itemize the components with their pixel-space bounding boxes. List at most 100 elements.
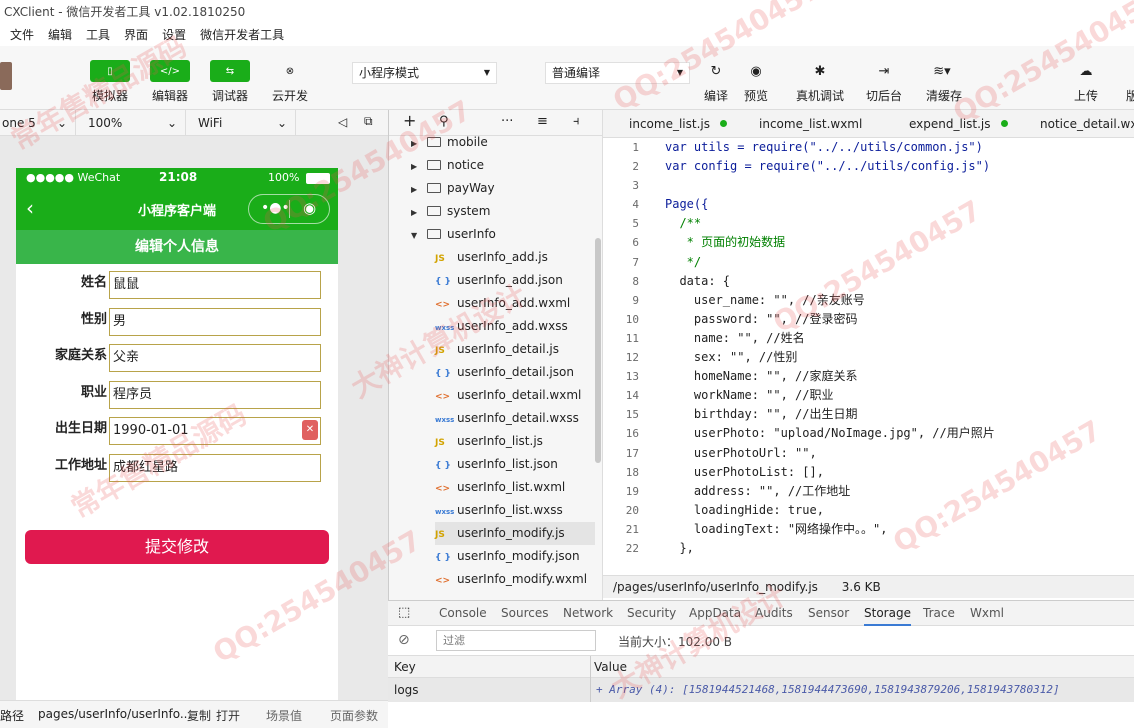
simulator-toggle-button[interactable]: ▯ [90, 60, 130, 82]
window-icon[interactable]: ⧉ [364, 114, 373, 129]
capsule-divider [289, 200, 290, 218]
tab-console[interactable]: Console [439, 601, 487, 626]
tree-file[interactable]: { } userInfo_detail.json [435, 361, 595, 384]
folder-label: payWay [447, 181, 495, 195]
open-button[interactable]: 打开 [216, 707, 240, 724]
tree-file[interactable]: <> userInfo_add.wxml [435, 292, 595, 315]
tree-folder-payway[interactable]: ▶ payWay [411, 177, 495, 200]
search-icon[interactable]: ⚲ [439, 114, 449, 129]
upload-icon[interactable]: ☁ [1074, 64, 1098, 79]
volume-icon[interactable]: ◁ [338, 115, 347, 129]
add-icon[interactable]: + [403, 111, 416, 130]
storage-row[interactable]: logs + Array (4): [1581944521468,1581944… [388, 678, 1134, 702]
zoom-select[interactable]: 100% ⌄ [82, 110, 186, 136]
filter-input[interactable]: 过滤 [436, 630, 596, 651]
tree-file[interactable]: { } userInfo_list.json [435, 453, 595, 476]
collapse-icon[interactable]: ≡ [537, 114, 548, 129]
cloud-button[interactable]: ⊗ [270, 60, 310, 82]
avatar[interactable] [0, 62, 12, 90]
switch-background-icon[interactable]: ⇥ [872, 64, 896, 79]
tab-network[interactable]: Network [563, 601, 613, 626]
menu-tools[interactable]: 工具 [86, 24, 110, 46]
clear-icon[interactable]: ✕ [302, 420, 318, 440]
chevron-right-icon: ▶ [411, 162, 418, 171]
tree-file[interactable]: <> userInfo_modify.wxml [435, 568, 595, 591]
tree-folder-system[interactable]: ▶ system [411, 200, 490, 223]
split-icon[interactable]: ⫞ [573, 114, 580, 129]
menu-edit[interactable]: 编辑 [48, 24, 72, 46]
compile-button[interactable]: 编译 [704, 87, 728, 104]
tab-wxml[interactable]: Wxml [970, 601, 1004, 626]
tab-storage[interactable]: Storage [864, 601, 911, 626]
tree-file[interactable]: JS userInfo_modify.js [435, 522, 595, 545]
tree-file[interactable]: { } userInfo_modify.json [435, 545, 595, 568]
scene-value[interactable]: 场景值 [266, 707, 302, 724]
address-input[interactable]: 成都红星路 [109, 453, 321, 482]
real-debug-button[interactable]: 真机调试 [796, 87, 844, 104]
json-file-icon: { } [435, 277, 451, 287]
tree-file[interactable]: JS userInfo_list.js [435, 430, 595, 453]
menu-file[interactable]: 文件 [10, 24, 34, 46]
tab-appdata[interactable]: AppData [689, 601, 741, 626]
menu-settings[interactable]: 设置 [162, 24, 186, 46]
tab-trace[interactable]: Trace [923, 601, 955, 626]
modified-dot-icon [719, 120, 727, 127]
bug-icon[interactable]: ✱ [808, 64, 832, 79]
copy-button[interactable]: 复制 [187, 707, 211, 724]
mode-value: 小程序模式 [359, 66, 420, 80]
tab-audits[interactable]: Audits [755, 601, 793, 626]
upload-button[interactable]: 上传 [1074, 87, 1098, 104]
more-icon[interactable]: •●• [261, 200, 290, 216]
tab-notice-detail[interactable]: notice_detail.wx [1040, 110, 1134, 138]
debugger-toggle-button[interactable]: ⇆ [210, 60, 250, 82]
menu-wechat-devtools[interactable]: 微信开发者工具 [200, 24, 284, 46]
tree-file[interactable]: JS userInfo_detail.js [435, 338, 595, 361]
sex-input[interactable]: 男 [109, 307, 321, 336]
clear-cache-button[interactable]: 清缓存 [926, 87, 962, 104]
tree-file[interactable]: JS userInfo_add.js [435, 246, 595, 269]
scrollbar[interactable] [595, 238, 601, 463]
more-icon[interactable]: ··· [501, 114, 513, 129]
relation-input[interactable]: 父亲 [109, 344, 321, 372]
tree-folder-mobile[interactable]: ▶ mobile [411, 131, 488, 154]
tab-expend-list-js[interactable]: expend_list.js [909, 110, 1008, 138]
mode-select[interactable]: 小程序模式 ▼ [352, 62, 497, 84]
inspect-icon[interactable]: ⬚ [398, 605, 410, 620]
compile-mode-select[interactable]: 普通编译 ▼ [545, 62, 690, 84]
tab-income-list-js[interactable]: income_list.js [629, 110, 727, 138]
close-circle-icon[interactable]: ◉ [303, 199, 316, 217]
line-number: 3 [632, 179, 639, 193]
tree-file[interactable]: { } userInfo_add.json [435, 269, 595, 292]
tree-file[interactable]: <> userInfo_list.wxml [435, 476, 595, 499]
clear-storage-icon[interactable]: ⊘ [398, 632, 410, 648]
code-area[interactable]: 1 var utils = require("../../utils/common… [603, 138, 1134, 558]
tab-sensor[interactable]: Sensor [808, 601, 849, 626]
page-params[interactable]: 页面参数 [330, 707, 378, 724]
tree-folder-userinfo[interactable]: ▼ userInfo [411, 223, 496, 246]
menu-interface[interactable]: 界面 [124, 24, 148, 46]
tree-file[interactable]: wxss userInfo_add.wxss [435, 315, 595, 338]
tree-file[interactable]: <> userInfo_detail.wxml [435, 384, 595, 407]
job-input[interactable]: 程序员 [109, 380, 321, 409]
layers-icon[interactable]: ≋▾ [930, 64, 954, 79]
eye-icon[interactable]: ◉ [744, 64, 768, 79]
birthday-input[interactable]: 1990-01-01 ✕ [109, 417, 321, 445]
submit-button[interactable]: 提交修改 [25, 530, 329, 564]
tree-folder-notice[interactable]: ▶ notice [411, 154, 484, 177]
tree-file[interactable]: wxss userInfo_detail.wxss [435, 407, 595, 430]
code-line: 16 userPhoto: "upload/NoImage.jpg", //用户… [603, 424, 1134, 443]
background-button[interactable]: 切后台 [866, 87, 902, 104]
tree-file[interactable]: wxss userInfo_list.wxss [435, 499, 595, 522]
column-divider [590, 656, 591, 678]
network-select[interactable]: WiFi ⌄ [192, 110, 296, 136]
code-line: 9 user_name: "", //亲友账号 [603, 291, 1134, 310]
device-select[interactable]: one 5 ⌄ [0, 110, 76, 136]
refresh-icon[interactable]: ↻ [704, 64, 728, 79]
tab-sources[interactable]: Sources [501, 601, 548, 626]
version-button[interactable]: 版 [1126, 87, 1134, 104]
name-input[interactable]: 鼠鼠 [109, 271, 321, 299]
editor-toggle-button[interactable]: </> [150, 60, 190, 82]
tab-income-list-wxml[interactable]: income_list.wxml [759, 110, 862, 138]
preview-button[interactable]: 预览 [744, 87, 768, 104]
tab-security[interactable]: Security [627, 601, 676, 626]
